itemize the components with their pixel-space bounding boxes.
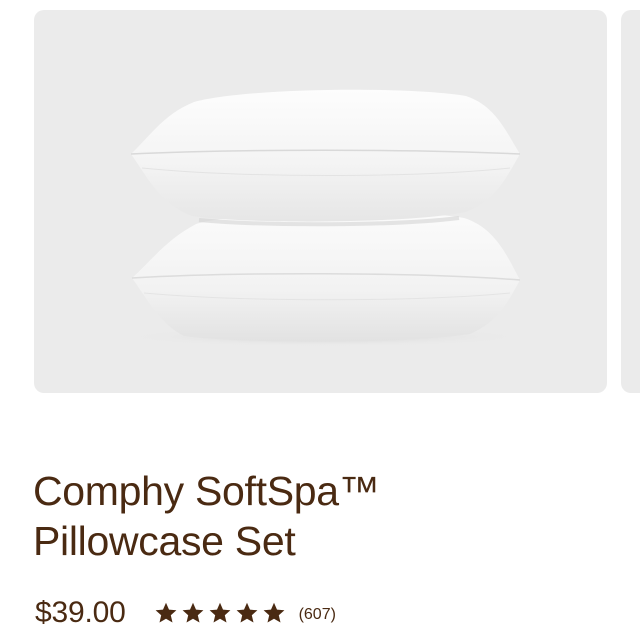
product-title[interactable]: Comphy SoftSpa™ Pillowcase Set xyxy=(33,466,593,566)
star-icon xyxy=(263,602,284,623)
star-icon xyxy=(155,602,176,623)
product-title-line-2: Pillowcase Set xyxy=(33,518,296,564)
product-image[interactable] xyxy=(34,10,607,393)
star-icon xyxy=(209,602,230,623)
star-rating[interactable] xyxy=(153,601,287,625)
price-rating-row: $39.00 (607) xyxy=(35,594,336,632)
product-card: Comphy SoftSpa™ Pillowcase Set $39.00 (6… xyxy=(0,0,640,640)
product-price: $39.00 xyxy=(35,596,126,629)
next-product-image[interactable] xyxy=(621,10,640,393)
star-icon xyxy=(182,602,203,623)
star-icon xyxy=(236,602,257,623)
product-title-line-1: Comphy SoftSpa™ xyxy=(33,468,380,514)
pillow-stack-image xyxy=(119,89,529,347)
review-count[interactable]: (607) xyxy=(299,602,336,624)
